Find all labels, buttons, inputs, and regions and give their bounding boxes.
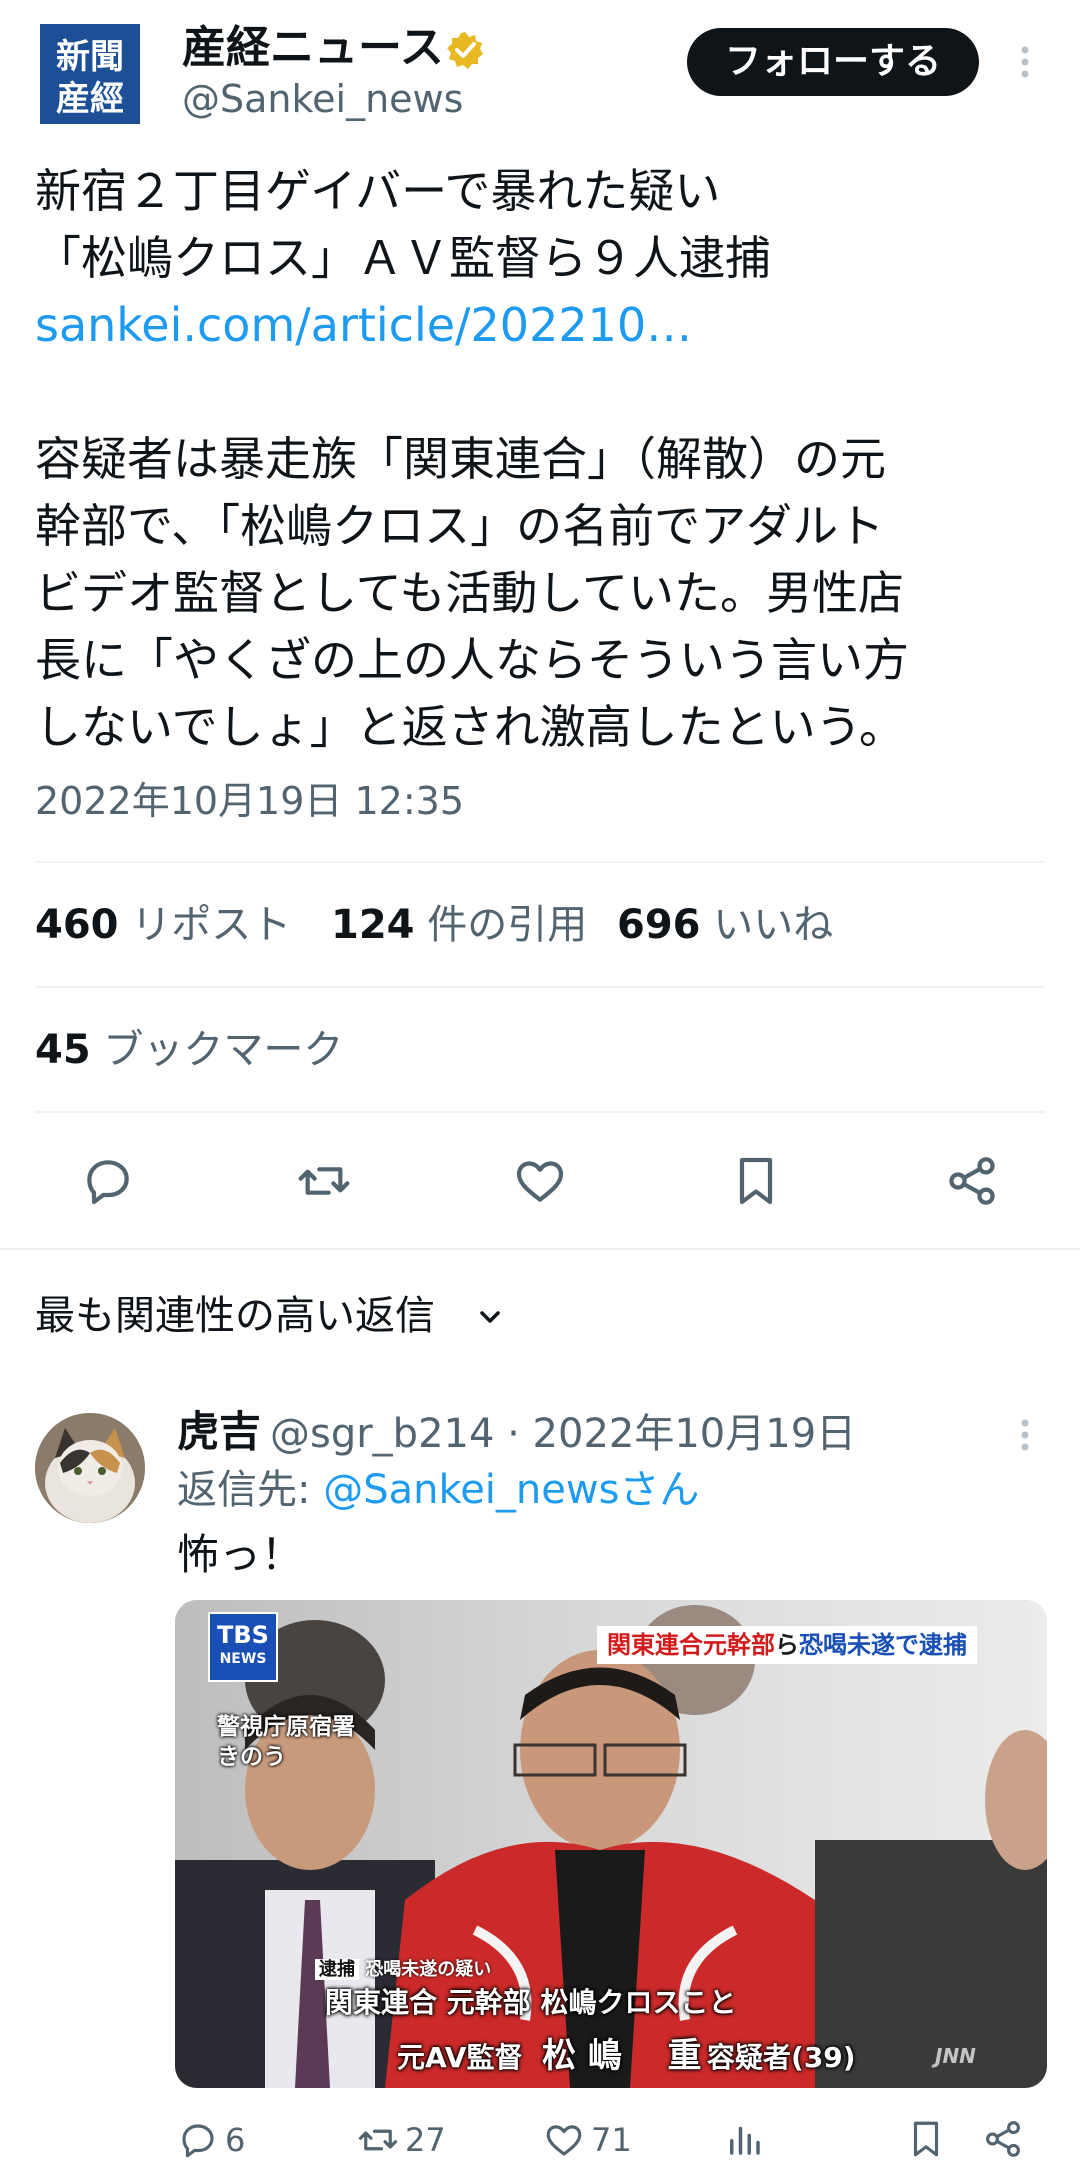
sankei-logo[interactable]: 新聞 産經 — [40, 24, 140, 124]
svg-text:産經: 産經 — [56, 79, 124, 119]
reply-reposts-count: 27 — [405, 2121, 446, 2159]
repost-count-label: リポスト — [131, 902, 292, 948]
location-caption: 警視庁原宿署 きのう — [217, 1712, 355, 1772]
divider — [35, 861, 1045, 863]
repost-icon[interactable] — [296, 1153, 352, 1209]
reply-repost-button[interactable]: 27 — [357, 2118, 446, 2162]
svg-text:新聞: 新聞 — [56, 37, 124, 77]
reply-icon[interactable] — [80, 1153, 136, 1209]
reply-to: 返信先: @Sankei_newsさん — [177, 1464, 699, 1516]
divider — [35, 986, 1045, 988]
tbs-logo-sub: NEWS — [219, 1651, 267, 1667]
tweet-line-1: 新宿２丁目ゲイバーで暴れた疑い — [35, 164, 721, 218]
reply-to-handle[interactable]: @Sankei_newsさん — [323, 1467, 699, 1513]
reply-author-name[interactable]: 虎吉 — [177, 1405, 261, 1459]
headline-banner: 関東連合元幹部ら恐喝未遂で逮捕 — [597, 1626, 977, 1664]
handle[interactable]: @Sankei_news — [182, 76, 463, 122]
like-icon[interactable] — [512, 1153, 568, 1209]
follow-button[interactable]: フォローする — [687, 28, 979, 96]
reply-likes-count: 71 — [591, 2121, 632, 2159]
caption-2c: 重 — [667, 2036, 702, 2076]
divider — [35, 1111, 1045, 1113]
like-icon — [546, 2125, 582, 2156]
reply-sort-selector[interactable]: 最も関連性の高い返信 — [35, 1288, 435, 1344]
tweet-link[interactable]: sankei.com/article/202210… — [35, 298, 692, 352]
headline-part-1: 関東連合元幹部 — [607, 1631, 775, 1659]
bookmark-count-number: 45 — [35, 1027, 91, 1073]
arrest-tag-label: 逮捕 — [315, 1959, 359, 1980]
repost-count[interactable]: 460 リポスト — [35, 900, 291, 950]
like-count-number: 696 — [617, 902, 701, 948]
repost-count-number: 460 — [35, 902, 119, 948]
like-count[interactable]: 696 いいね — [617, 900, 833, 950]
location-line-1: 警視庁原宿署 — [217, 1714, 355, 1740]
bookmark-icon — [913, 2121, 939, 2157]
chevron-down-icon[interactable] — [475, 1302, 505, 1332]
reply-share-button[interactable] — [982, 2118, 1030, 2160]
share-icon[interactable] — [944, 1153, 1000, 1209]
share-icon — [986, 2121, 1020, 2157]
headline-part-3: 恐喝未遂で逮捕 — [799, 1631, 967, 1659]
arrest-tag-sub: 恐喝未遂の疑い — [365, 1959, 492, 1980]
views-icon — [730, 2126, 760, 2155]
headline-part-2: ら — [775, 1631, 799, 1659]
reply-views-button[interactable] — [723, 2118, 771, 2160]
reply-like-button[interactable]: 71 — [543, 2118, 632, 2162]
reply-media-image[interactable]: TBS NEWS 関東連合元幹部ら恐喝未遂で逮捕 警視庁原宿署 きのう 逮捕 恐… — [175, 1600, 1047, 2088]
tbs-logo-text: TBS — [217, 1621, 269, 1649]
verified-badge-icon — [445, 30, 485, 70]
reply-icon — [182, 2124, 214, 2158]
tweet-body: 容疑者は暴走族「関東連合」（解散）の元 幹部で、「松嶋クロス」の名前でアダルト … — [35, 432, 909, 754]
avatar[interactable] — [35, 1413, 145, 1523]
bookmark-count-label: ブックマーク — [103, 1027, 344, 1073]
caption-2d: 容疑者(39) — [707, 2041, 856, 2074]
display-name[interactable]: 産経ニュース — [182, 22, 444, 74]
arrest-tag: 逮捕 恐喝未遂の疑い — [315, 1958, 491, 1982]
tweet-line-2: 「松嶋クロス」ＡＶ監督ら９人逮捕 — [35, 231, 771, 285]
bookmark-count[interactable]: 45 ブックマーク — [35, 1025, 343, 1075]
caption-2a: 元AV監督 — [397, 2041, 523, 2074]
reply-more-options-icon[interactable] — [1010, 1415, 1040, 1455]
repost-icon — [358, 2129, 398, 2151]
reply-replies-count: 6 — [225, 2121, 246, 2159]
quote-count[interactable]: 124 件の引用 — [331, 900, 587, 950]
caption-2b: 松 嶋 — [542, 2036, 622, 2076]
quote-count-number: 124 — [331, 902, 415, 948]
tbs-news-logo: TBS NEWS — [208, 1612, 278, 1682]
tweet-text: 新宿２丁目ゲイバーで暴れた疑い 「松嶋クロス」ＡＶ監督ら９人逮捕 sankei.… — [35, 158, 1045, 761]
reply-to-prefix: 返信先: — [177, 1467, 324, 1513]
reply-text: 怖っ！ — [177, 1530, 304, 1579]
more-options-icon[interactable] — [1010, 42, 1040, 82]
reply-bookmark-button[interactable] — [905, 2118, 953, 2160]
quote-count-label: 件の引用 — [427, 902, 588, 948]
like-count-label: いいね — [713, 902, 834, 948]
location-line-2: きのう — [217, 1744, 286, 1770]
caption-line-2: 元AV監督 松 嶋 重 容疑者(39) — [397, 2028, 856, 2077]
bookmark-icon[interactable] — [728, 1153, 784, 1209]
jnn-watermark: JNN — [935, 2044, 976, 2068]
divider — [0, 1248, 1080, 1250]
tweet-timestamp[interactable]: 2022年10月19日 12:35 — [35, 776, 464, 826]
reply-meta[interactable]: @sgr_b214 · 2022年10月19日 — [270, 1408, 856, 1460]
caption-line-1: 関東連合 元幹部 松嶋クロスこと — [325, 1986, 737, 2019]
reply-reply-button[interactable]: 6 — [177, 2118, 245, 2162]
